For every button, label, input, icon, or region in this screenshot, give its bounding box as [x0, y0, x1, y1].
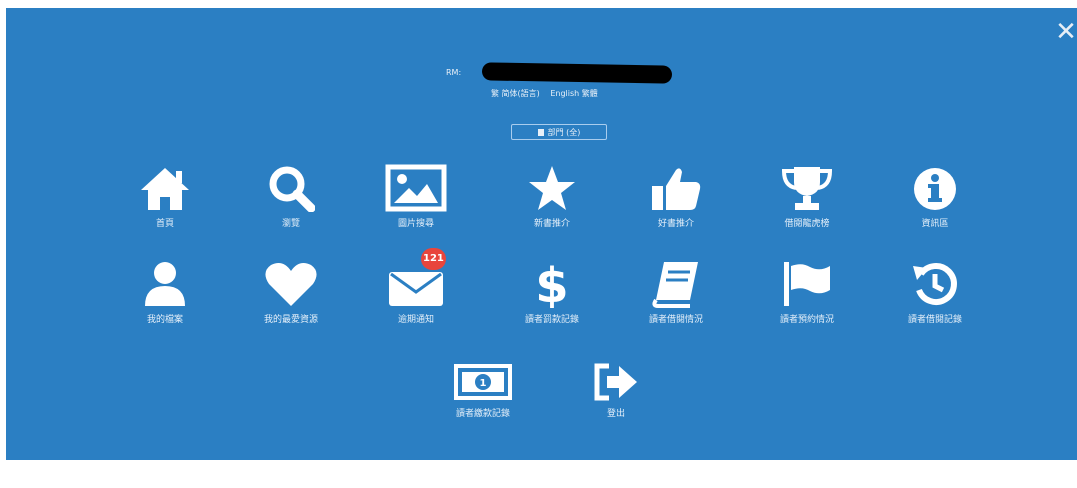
language-option-english[interactable]: English 繁體	[550, 89, 597, 98]
picture-icon	[361, 158, 471, 212]
info-icon	[880, 158, 990, 212]
menu-item-label: 讀者繳款記錄	[455, 409, 510, 419]
menu-item-browse[interactable]: 瀏覽	[236, 158, 346, 229]
redacted-account-name	[481, 62, 673, 84]
flag-icon	[752, 254, 862, 308]
svg-text:1: 1	[480, 378, 487, 389]
sign-out-icon	[561, 348, 671, 402]
menu-item-overdue-notice[interactable]: 121 逾期通知	[361, 248, 471, 325]
menu-overlay: ✕ RM: 繁 简体(語言) English 繁體 部門 (全) 首頁 瀏覽 圖…	[6, 8, 1077, 460]
notification-badge: 121	[421, 248, 446, 270]
menu-item-label: 瀏覽	[281, 219, 300, 229]
menu-item-image-search[interactable]: 圖片搜尋	[361, 158, 471, 229]
user-icon	[110, 254, 220, 308]
menu-item-recommended[interactable]: 好書推介	[621, 158, 731, 229]
heart-icon	[236, 254, 346, 308]
menu-item-payments[interactable]: 1 讀者繳款記錄	[428, 348, 538, 419]
menu-item-label: 圖片搜尋	[397, 219, 434, 229]
account-label: RM:	[446, 68, 462, 77]
menu-item-label: 讀者借閱情況	[648, 315, 703, 325]
menu-item-label: 讀者預約情況	[779, 315, 834, 325]
close-button[interactable]: ✕	[1055, 18, 1077, 46]
envelope-icon: 121	[361, 248, 471, 308]
menu-item-info[interactable]: 資訊區	[880, 158, 990, 229]
trophy-icon	[752, 158, 862, 212]
department-icon	[537, 129, 544, 136]
menu-item-label: 讀者借閱記錄	[907, 315, 962, 325]
menu-item-top-borrowed[interactable]: 借閱龍虎榜	[752, 158, 862, 229]
language-option-simplified[interactable]: 繁 简体(語言)	[491, 89, 540, 98]
menu-item-favorites[interactable]: 我的最愛資源	[236, 254, 346, 325]
search-icon	[236, 158, 346, 212]
menu-item-label: 登出	[606, 409, 625, 419]
menu-item-history[interactable]: 讀者借閱記錄	[880, 254, 990, 325]
svg-text:$: $	[535, 258, 568, 308]
menu-item-fines[interactable]: $ 讀者罰款記錄	[497, 254, 607, 325]
menu-item-home[interactable]: 首頁	[110, 158, 220, 229]
thumbs-up-icon	[621, 158, 731, 212]
menu-item-label: 我的檔案	[146, 315, 183, 325]
book-icon	[621, 254, 731, 308]
menu-item-label: 讀者罰款記錄	[524, 315, 579, 325]
language-switcher: 繁 简体(語言) English 繁體	[491, 88, 606, 99]
menu-item-label: 首頁	[155, 219, 174, 229]
menu-item-label: 新書推介	[533, 219, 570, 229]
department-selector[interactable]: 部門 (全)	[511, 124, 607, 140]
menu-item-label: 我的最愛資源	[263, 315, 318, 325]
menu-item-new-books[interactable]: 新書推介	[497, 158, 607, 229]
menu-item-label: 資訊區	[921, 219, 949, 229]
menu-item-loans[interactable]: 讀者借閱情況	[621, 254, 731, 325]
menu-item-label: 好書推介	[657, 219, 694, 229]
menu-item-label: 逾期通知	[397, 315, 434, 325]
history-icon	[880, 254, 990, 308]
home-icon	[110, 158, 220, 212]
menu-item-my-profile[interactable]: 我的檔案	[110, 254, 220, 325]
menu-item-logout[interactable]: 登出	[561, 348, 671, 419]
star-icon	[497, 158, 607, 212]
menu-item-label: 借閱龍虎榜	[784, 219, 830, 229]
money-icon: 1	[428, 348, 538, 402]
department-label: 部門 (全)	[547, 128, 581, 137]
dollar-icon: $	[497, 254, 607, 308]
menu-item-reservations[interactable]: 讀者預約情況	[752, 254, 862, 325]
